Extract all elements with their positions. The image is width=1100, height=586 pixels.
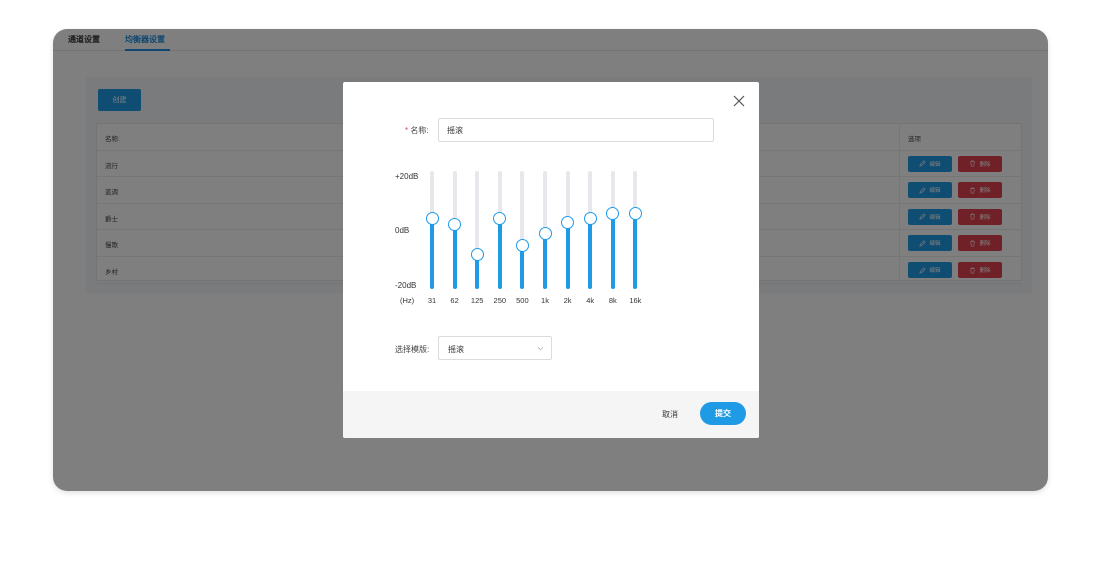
freq-label: 2k <box>563 296 572 305</box>
eq-slider-500[interactable] <box>515 171 529 289</box>
freq-label: 1k <box>541 296 549 305</box>
eq-slider-8k[interactable] <box>606 171 620 289</box>
eq-slider-fill <box>452 224 457 289</box>
freq-label: 16k <box>629 296 642 305</box>
dialog-footer: 取消 提交 <box>343 391 759 438</box>
eq-slider-fill <box>520 245 525 289</box>
required-mark: * <box>405 126 409 135</box>
eq-slider-fill <box>565 222 570 289</box>
hz-unit-label: (Hz) <box>400 296 415 305</box>
eq-slider-handle[interactable] <box>448 218 462 232</box>
eq-slider-fill <box>497 218 502 289</box>
eq-slider-handle[interactable] <box>561 216 575 229</box>
chevron-down-icon <box>537 346 544 351</box>
eq-slider-250[interactable] <box>493 171 507 289</box>
eq-slider-handle[interactable] <box>425 211 439 225</box>
eq-slider-fill <box>588 218 593 289</box>
eq-slider-16k[interactable] <box>628 171 642 289</box>
eq-slider-handle[interactable] <box>606 207 620 220</box>
eq-slider-fill <box>430 218 434 289</box>
freq-label: 62 <box>450 296 459 305</box>
eq-slider-handle[interactable] <box>538 227 552 241</box>
eq-slider-handle[interactable] <box>515 238 529 252</box>
preset-label: 选择模版: <box>395 345 430 354</box>
db-label-top: +20dB <box>395 172 419 181</box>
eq-slider-62[interactable] <box>448 171 462 289</box>
eq-slider-31[interactable] <box>425 171 439 289</box>
submit-button[interactable]: 提交 <box>700 402 746 425</box>
eq-slider-handle[interactable] <box>628 207 642 220</box>
cancel-button[interactable]: 取消 <box>662 409 678 420</box>
close-icon[interactable] <box>732 94 746 108</box>
freq-label: 500 <box>516 296 529 305</box>
freq-label: 250 <box>493 296 507 305</box>
preset-select[interactable]: 摇滚 <box>438 336 552 360</box>
eq-slider-2k[interactable] <box>561 171 575 289</box>
freq-label: 31 <box>427 296 437 305</box>
db-label-bottom: -20dB <box>395 281 417 290</box>
eq-slider-1k[interactable] <box>538 171 552 289</box>
name-label: * 名称: <box>405 126 429 135</box>
eq-slider-125[interactable] <box>470 171 484 289</box>
eq-slider-handle[interactable] <box>470 247 484 261</box>
edit-equalizer-dialog: * 名称: +20dB 0dB -20dB (Hz) 选择模版: 摇滚 取消 提… <box>343 82 759 438</box>
eq-slider-fill <box>633 213 638 289</box>
freq-label: 125 <box>470 296 484 305</box>
db-label-mid: 0dB <box>395 226 410 235</box>
preset-value: 摇滚 <box>448 345 464 354</box>
freq-label: 4k <box>586 296 595 305</box>
eq-slider-4k[interactable] <box>583 171 597 289</box>
eq-slider-fill <box>610 213 615 289</box>
eq-slider-handle[interactable] <box>493 211 507 225</box>
eq-slider-handle[interactable] <box>583 211 597 225</box>
freq-label: 8k <box>608 296 617 305</box>
eq-slider-fill <box>543 233 547 289</box>
name-input[interactable] <box>438 118 714 142</box>
